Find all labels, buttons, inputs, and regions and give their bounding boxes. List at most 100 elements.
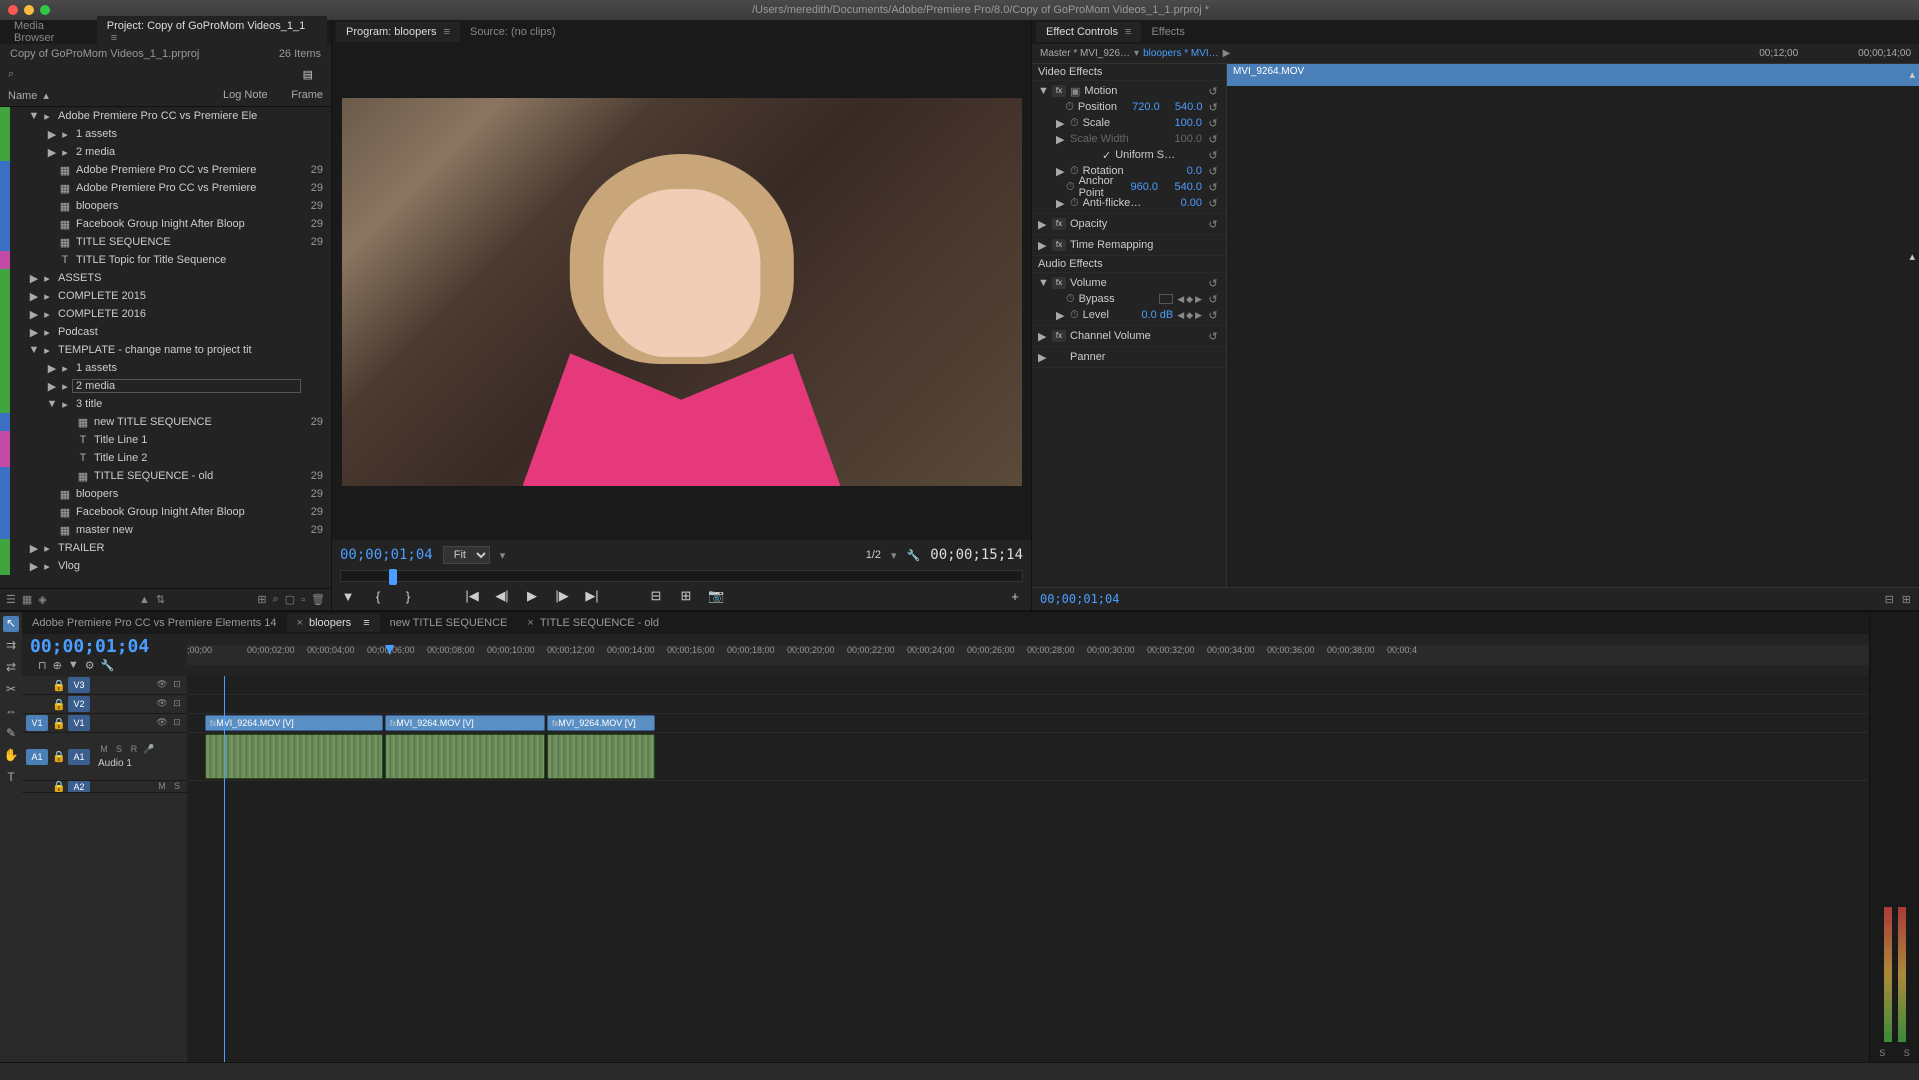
twisty-icon[interactable]: ▶	[46, 146, 58, 159]
tree-row[interactable]: ▼▸Adobe Premiere Pro CC vs Premiere Ele	[0, 107, 331, 125]
pen-tool-icon[interactable]: ✎	[3, 726, 19, 742]
program-tab[interactable]: Program: bloopers ≡	[336, 22, 460, 42]
track-target-v3[interactable]: V3	[68, 677, 90, 693]
opacity-effect[interactable]: ▶ fx Opacity ↺	[1038, 216, 1220, 232]
tree-row[interactable]: TTITLE Topic for Title Sequence	[0, 251, 331, 269]
timeline-timecode[interactable]: 00;00;01;04	[30, 636, 179, 657]
hand-tool-icon[interactable]: ✋	[3, 748, 19, 764]
anchor-y[interactable]: 540.0	[1162, 181, 1202, 193]
add-keyframe-icon[interactable]: ◆	[1186, 310, 1193, 321]
stopwatch-icon[interactable]: ⏱	[1070, 117, 1079, 130]
track-select-tool-icon[interactable]: ⇉	[3, 638, 19, 654]
button-editor-icon[interactable]: +	[1007, 589, 1023, 604]
go-to-in-icon[interactable]: |◀	[464, 588, 480, 604]
fx-badge-icon[interactable]: fx	[1052, 218, 1066, 230]
reset-icon[interactable]: ↺	[1206, 293, 1220, 306]
selection-tool-icon[interactable]: ↖	[3, 616, 19, 632]
lock-icon[interactable]: 🔒	[52, 698, 64, 711]
twisty-icon[interactable]: ▶	[28, 326, 40, 339]
new-bin-icon[interactable]: ▢	[285, 593, 295, 606]
export-frame-icon[interactable]: 📷	[708, 588, 724, 604]
snap-icon[interactable]: ⊓	[38, 659, 47, 672]
fx-badge-icon[interactable]: fx	[1052, 239, 1066, 251]
twisty-icon[interactable]: ▶	[1038, 218, 1048, 231]
tracks-content[interactable]: fxMVI_9264.MOV [V] fxMVI_9264.MOV [V] fx…	[187, 676, 1869, 1062]
mark-out-icon[interactable]: }	[400, 589, 416, 604]
level-value[interactable]: 0.0 dB	[1133, 309, 1173, 321]
add-marker-icon[interactable]: ▼	[340, 589, 356, 604]
checkbox-checked-icon[interactable]: ✓	[1102, 149, 1111, 162]
audio-clip[interactable]	[205, 734, 383, 779]
tree-row[interactable]: ▦Adobe Premiere Pro CC vs Premiere29	[0, 161, 331, 179]
twisty-icon[interactable]: ▼	[28, 344, 40, 356]
video-clip[interactable]: fxMVI_9264.MOV [V]	[205, 715, 383, 731]
fx-badge-icon[interactable]: fx	[1052, 85, 1066, 97]
program-scrubber[interactable]	[340, 570, 1023, 582]
tree-row[interactable]: ▶▸2 media	[0, 143, 331, 161]
source-patch-v1[interactable]: V1	[26, 715, 48, 731]
settings-icon[interactable]: ⚙	[85, 659, 95, 672]
audio-clip[interactable]	[385, 734, 545, 779]
reset-icon[interactable]: ↺	[1206, 277, 1220, 290]
col-lognote-header[interactable]: Log Note	[223, 89, 283, 102]
track-target-a1[interactable]: A1	[68, 749, 90, 765]
col-name-header[interactable]: Name	[8, 90, 37, 102]
twisty-icon[interactable]: ▶	[1038, 351, 1048, 364]
twisty-icon[interactable]: ▶	[1038, 330, 1048, 343]
sync-lock-icon[interactable]: ⊡	[171, 698, 183, 710]
lock-icon[interactable]: 🔒	[52, 717, 64, 730]
tree-row[interactable]: ▶▸COMPLETE 2015	[0, 287, 331, 305]
tree-row[interactable]: ▼▸3 title	[0, 395, 331, 413]
window-maximize-button[interactable]	[40, 5, 50, 15]
stopwatch-icon[interactable]: ⏱	[1070, 309, 1079, 322]
resolution-dropdown-icon[interactable]: ▾	[891, 549, 897, 562]
clip-span-bar[interactable]: MVI_9264.MOV	[1227, 64, 1919, 86]
automate-icon[interactable]: ⊞	[257, 593, 266, 606]
track-header-v2[interactable]: 🔒 V2 👁⊡	[22, 695, 187, 714]
reset-icon[interactable]: ↺	[1206, 85, 1220, 98]
solo-right[interactable]: S	[1904, 1048, 1910, 1058]
lock-icon[interactable]: 🔒	[52, 750, 64, 763]
tree-row[interactable]: ▶▸TRAILER	[0, 539, 331, 557]
sort-arrow-icon[interactable]: ▴	[43, 89, 49, 102]
video-clip[interactable]: fxMVI_9264.MOV [V]	[385, 715, 545, 731]
lock-icon[interactable]: 🔒	[52, 679, 64, 692]
twisty-icon[interactable]: ▶	[1056, 197, 1066, 210]
twisty-icon[interactable]: ▶	[1056, 117, 1066, 130]
anchor-x[interactable]: 960.0	[1118, 181, 1158, 193]
wrench-icon[interactable]: 🔧	[101, 659, 115, 672]
track-target-a2[interactable]: A2	[68, 781, 90, 793]
step-back-icon[interactable]: ◀|	[494, 588, 510, 604]
volume-effect[interactable]: ▼ fx Volume ↺	[1038, 275, 1220, 291]
ripple-edit-tool-icon[interactable]: ⇄	[3, 660, 19, 676]
twisty-icon[interactable]: ▼	[1038, 277, 1048, 289]
tree-row[interactable]: ▶▸2 media	[0, 377, 331, 395]
bypass-checkbox[interactable]	[1159, 294, 1173, 304]
scale-property[interactable]: ▶ ⏱ Scale 100.0 ↺	[1038, 115, 1220, 131]
window-close-button[interactable]	[8, 5, 18, 15]
zoom-fit-select[interactable]: Fit	[443, 546, 490, 564]
twisty-icon[interactable]: ▶	[46, 362, 58, 375]
master-clip-label[interactable]: Master * MVI_926…	[1040, 48, 1130, 59]
zoom-out-icon[interactable]: ⊟	[1885, 593, 1894, 606]
tree-row[interactable]: ▶▸1 assets	[0, 125, 331, 143]
project-tree[interactable]: ▼▸Adobe Premiere Pro CC vs Premiere Ele▶…	[0, 107, 331, 588]
add-keyframe-icon[interactable]: ◆	[1186, 294, 1193, 305]
mark-in-icon[interactable]: {	[370, 589, 386, 604]
reset-icon[interactable]: ↺	[1206, 218, 1220, 231]
stopwatch-icon[interactable]: ⏱	[1065, 101, 1074, 114]
extract-icon[interactable]: ⊞	[678, 588, 694, 604]
track-header-a1[interactable]: A1 🔒 A1 M S R 🎤 Audio 1	[22, 733, 187, 781]
transform-icon[interactable]: ▣	[1070, 85, 1080, 98]
stopwatch-icon[interactable]: ⏱	[1070, 197, 1079, 210]
bins-filter-icon[interactable]: ▤	[303, 68, 313, 81]
resolution-select[interactable]: 1/2	[866, 549, 881, 561]
playhead-thumb[interactable]	[389, 569, 397, 585]
reset-icon[interactable]: ↺	[1206, 101, 1220, 114]
zoom-in-icon[interactable]: ⊞	[1902, 593, 1911, 606]
panner-effect[interactable]: ▶ Panner	[1038, 349, 1220, 365]
solo-left[interactable]: S	[1879, 1048, 1885, 1058]
reset-icon[interactable]: ↺	[1206, 330, 1220, 343]
reset-icon[interactable]: ↺	[1206, 149, 1220, 162]
motion-effect[interactable]: ▼ fx ▣ Motion ↺	[1038, 83, 1220, 99]
